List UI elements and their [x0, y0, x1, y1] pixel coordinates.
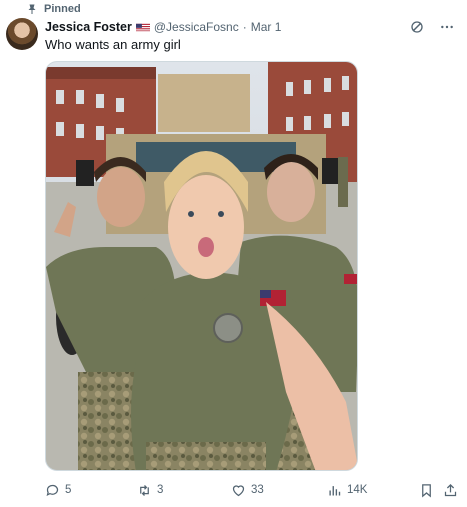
heart-icon — [232, 484, 245, 496]
repost-button[interactable]: 3 — [137, 481, 163, 499]
views-count: 14K — [347, 484, 368, 496]
separator-dot: · — [242, 20, 247, 34]
photo-illustration — [46, 62, 357, 470]
more-icon[interactable] — [439, 19, 455, 35]
share-icon — [444, 483, 457, 496]
header-actions — [409, 18, 455, 36]
views-chart-icon — [329, 485, 341, 495]
pin-icon — [28, 4, 36, 14]
author-display-name[interactable]: Jessica Foster — [45, 20, 132, 34]
bookmark-button[interactable] — [419, 481, 434, 499]
tweet-text: Who wants an army girl — [45, 37, 181, 52]
grok-icon[interactable] — [409, 19, 425, 35]
repost-icon — [140, 484, 149, 496]
share-button[interactable] — [443, 481, 458, 499]
avatar[interactable] — [6, 18, 38, 50]
repost-count: 3 — [157, 484, 164, 496]
pinned-indicator: Pinned — [26, 2, 81, 16]
reply-icon — [46, 484, 59, 496]
tweet-header: Jessica Foster @JessicaFosnc · Mar 1 — [45, 19, 281, 35]
post-date[interactable]: Mar 1 — [251, 20, 282, 34]
like-count: 33 — [251, 484, 264, 496]
bookmark-icon — [422, 483, 431, 497]
author-handle[interactable]: @JessicaFosnc — [154, 20, 239, 34]
us-flag-emoji-icon — [135, 23, 150, 31]
pinned-label: Pinned — [44, 3, 81, 15]
like-button[interactable]: 33 — [231, 481, 264, 499]
views-button[interactable]: 14K — [327, 481, 367, 499]
reply-button[interactable]: 5 — [45, 481, 71, 499]
reply-count: 5 — [65, 484, 72, 496]
action-bar: 5 3 33 14K — [45, 481, 459, 499]
tweet-photo[interactable] — [45, 61, 358, 471]
